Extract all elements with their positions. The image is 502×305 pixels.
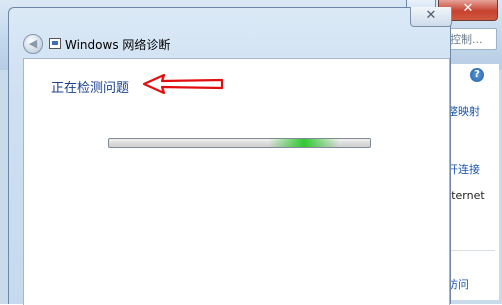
network-diagnostics-app-icon	[49, 38, 61, 49]
network-diagnostics-dialog: ✕ ◀ Windows 网络诊断 正在检测问题	[8, 7, 452, 305]
progress-bar-indicator	[269, 139, 339, 147]
dialog-content: 正在检测问题	[23, 58, 450, 305]
back-button[interactable]: ◀	[23, 34, 43, 54]
background-link-map-drive[interactable]: 整映射	[447, 103, 480, 119]
background-search-input[interactable]: 控制...	[445, 28, 497, 50]
background-divider	[447, 250, 495, 251]
dialog-title: Windows 网络诊断	[65, 38, 171, 52]
help-icon[interactable]: ?	[470, 68, 484, 82]
dialog-close-button[interactable]: ✕	[410, 7, 452, 27]
red-arrow-annotation-icon	[142, 73, 224, 95]
status-text: 正在检测问题	[51, 81, 130, 96]
background-link-disconnect[interactable]: 开连接	[447, 161, 480, 177]
progress-bar	[108, 138, 371, 148]
